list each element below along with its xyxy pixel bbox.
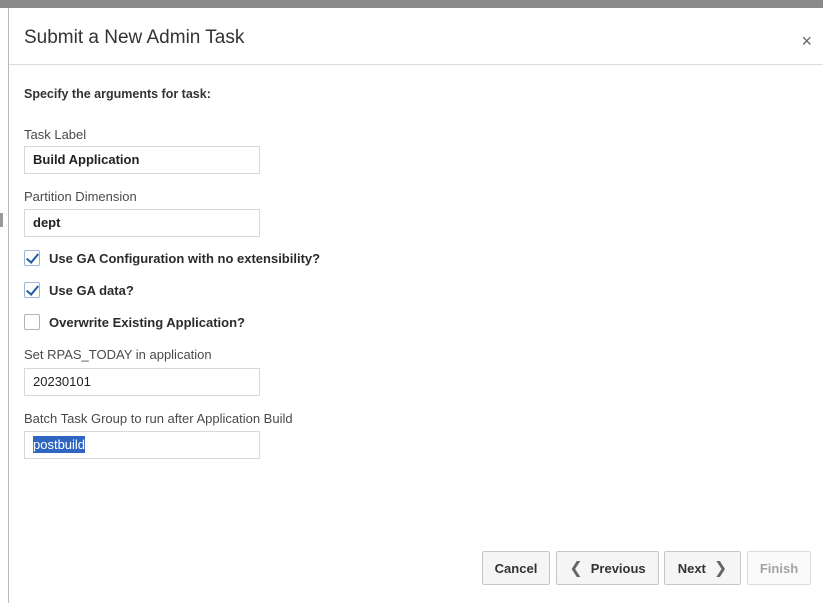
next-button[interactable]: Next ❯ xyxy=(664,551,741,585)
ga-data-checkbox[interactable] xyxy=(24,282,40,298)
cancel-button[interactable]: Cancel xyxy=(482,551,550,585)
left-edge-marker xyxy=(0,213,3,227)
ga-configuration-checkbox[interactable] xyxy=(24,250,40,266)
ga-data-label: Use GA data? xyxy=(49,282,134,298)
batch-task-group-input[interactable]: postbuild xyxy=(24,431,260,459)
close-icon[interactable]: × xyxy=(801,32,812,50)
partition-dimension-input[interactable]: dept xyxy=(24,209,260,237)
dialog-title: Submit a New Admin Task xyxy=(24,27,245,48)
rpas-today-label: Set RPAS_TODAY in application xyxy=(24,347,212,362)
batch-task-group-label: Batch Task Group to run after Applicatio… xyxy=(24,411,293,426)
ga-configuration-option[interactable]: Use GA Configuration with no extensibili… xyxy=(24,248,320,268)
finish-button[interactable]: Finish xyxy=(747,551,811,585)
rpas-today-input[interactable]: 20230101 xyxy=(24,368,260,396)
task-label-label: Task Label xyxy=(24,127,87,142)
admin-task-dialog: Submit a New Admin Task × Specify the ar… xyxy=(8,8,823,603)
window-top-border xyxy=(0,0,823,8)
instructions-text: Specify the arguments for task: xyxy=(24,87,211,101)
overwrite-checkbox[interactable] xyxy=(24,314,40,330)
overwrite-label: Overwrite Existing Application? xyxy=(49,314,245,330)
overwrite-option[interactable]: Overwrite Existing Application? xyxy=(24,312,245,332)
chevron-left-icon: ❮ xyxy=(569,560,583,577)
previous-button-label: Previous xyxy=(590,560,646,576)
chevron-right-icon: ❯ xyxy=(713,560,728,577)
task-label-input[interactable]: Build Application xyxy=(24,146,260,174)
ga-configuration-label: Use GA Configuration with no extensibili… xyxy=(49,250,321,266)
selected-text: postbuild xyxy=(33,436,86,453)
ga-data-option[interactable]: Use GA data? xyxy=(24,280,134,300)
partition-dimension-label: Partition Dimension xyxy=(24,189,137,204)
previous-button[interactable]: ❮ Previous xyxy=(556,551,659,585)
dialog-header: Submit a New Admin Task × xyxy=(9,8,823,65)
next-button-label: Next xyxy=(677,560,706,576)
